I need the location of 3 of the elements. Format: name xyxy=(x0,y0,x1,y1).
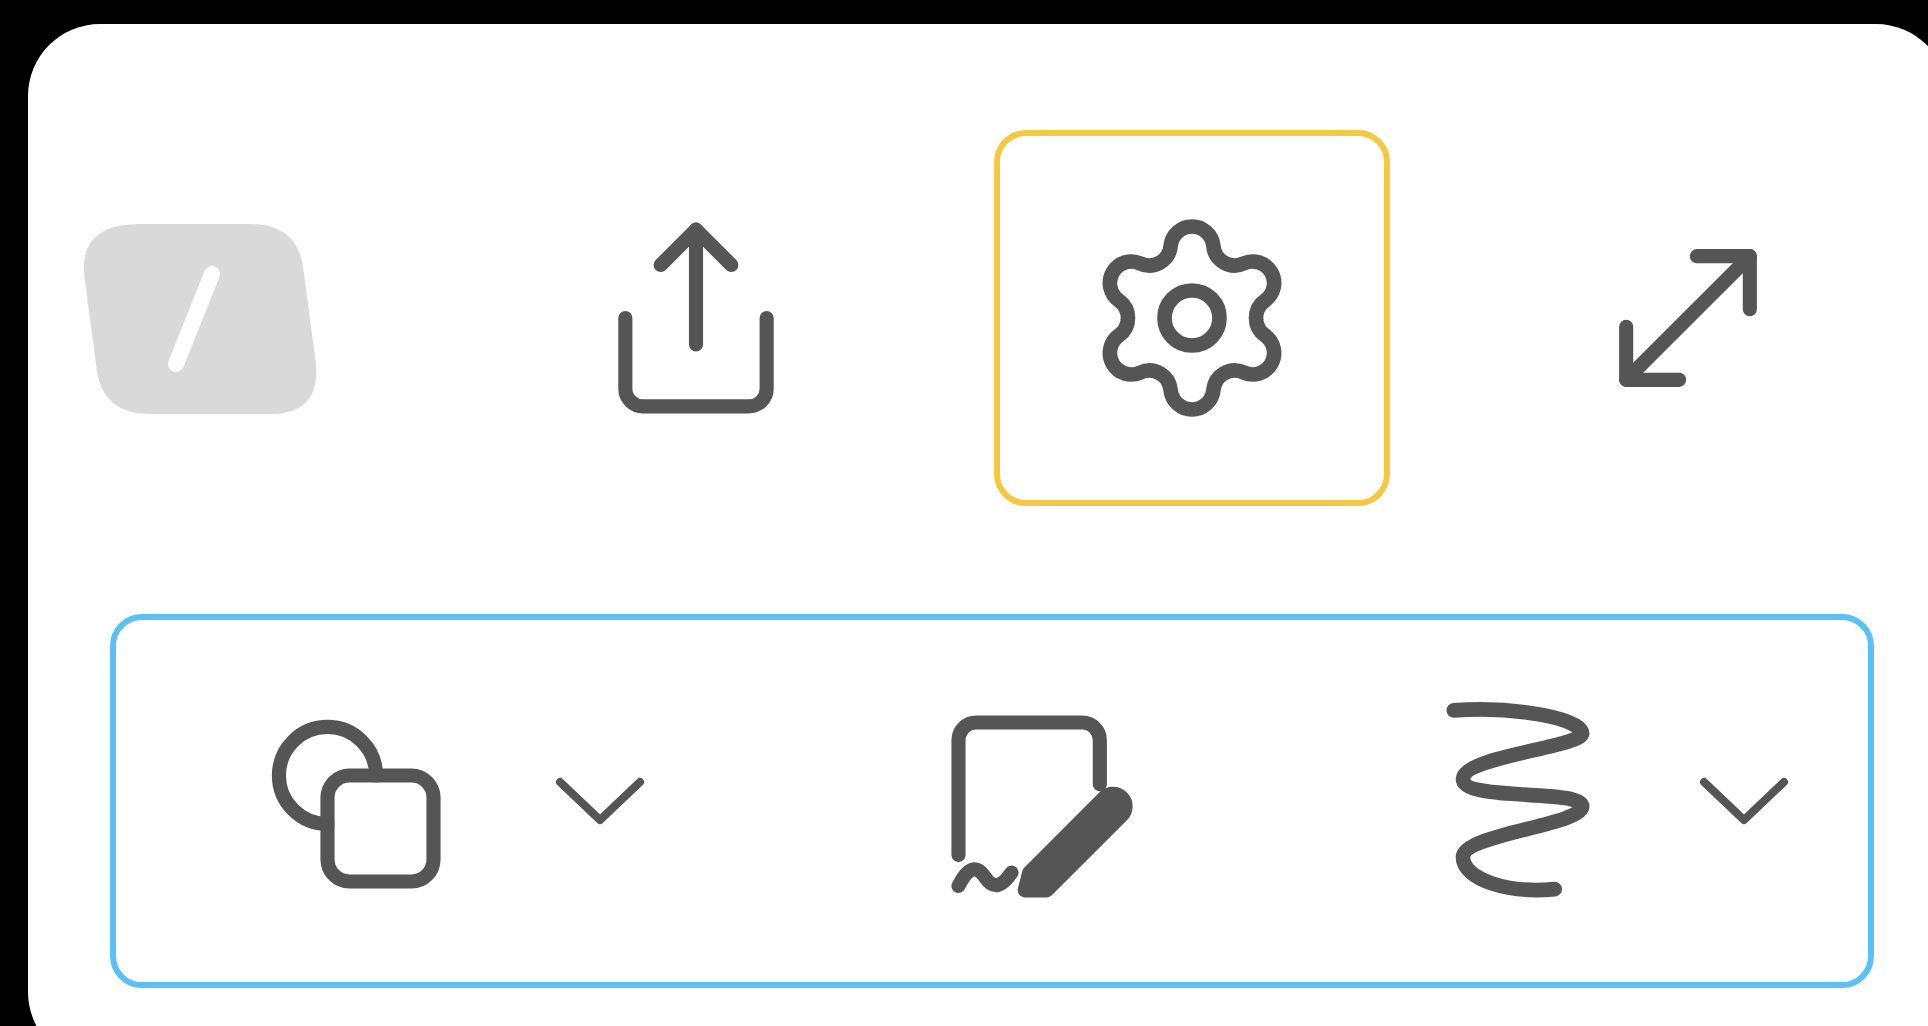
chevron-down-icon xyxy=(554,776,646,826)
settings-button[interactable] xyxy=(994,130,1390,506)
chevron-down-icon xyxy=(1698,776,1790,826)
